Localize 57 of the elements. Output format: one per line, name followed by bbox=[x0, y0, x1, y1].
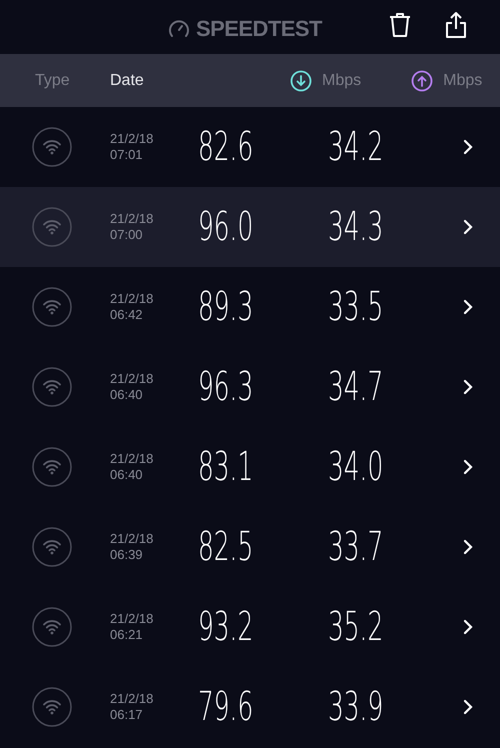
wifi-icon bbox=[32, 527, 72, 567]
test-time: 07:00 bbox=[110, 227, 144, 243]
test-time: 06:39 bbox=[110, 547, 144, 563]
test-time: 06:42 bbox=[110, 307, 144, 323]
wifi-icon bbox=[32, 367, 72, 407]
download-speed: 82.5 bbox=[198, 526, 254, 566]
column-header[interactable]: Date bbox=[110, 68, 144, 92]
download-speed: 96.0 bbox=[198, 206, 254, 246]
test-date: 21/2/18 bbox=[110, 531, 154, 547]
upload-speed: 33.5 bbox=[328, 286, 384, 326]
upload-icon bbox=[411, 70, 434, 92]
test-date: 21/2/18 bbox=[110, 611, 154, 627]
test-time: 06:40 bbox=[110, 467, 144, 483]
upload-speed: 33.9 bbox=[328, 686, 384, 726]
chevron-right-icon bbox=[462, 218, 474, 236]
chevron-right-icon bbox=[462, 378, 474, 396]
wifi-icon bbox=[32, 207, 72, 247]
test-date: 21/2/18 bbox=[110, 291, 154, 307]
chevron-right-icon bbox=[462, 298, 474, 316]
test-date: 21/2/18 bbox=[110, 451, 154, 467]
download-speed: 79.6 bbox=[198, 686, 254, 726]
upload-speed: 35.2 bbox=[328, 606, 384, 646]
upload-speed: 34.2 bbox=[328, 126, 384, 166]
test-date: 21/2/18 bbox=[110, 691, 154, 707]
upload-speed: 34.3 bbox=[328, 206, 384, 246]
download-speed: 93.2 bbox=[198, 606, 254, 646]
test-time: 06:40 bbox=[110, 387, 144, 403]
test-date: 21/2/18 bbox=[110, 371, 154, 387]
download-speed: 83.1 bbox=[198, 446, 254, 486]
test-time: 06:17 bbox=[110, 707, 144, 723]
chevron-right-icon bbox=[462, 698, 474, 716]
download-speed: 82.6 bbox=[198, 126, 254, 166]
wifi-icon bbox=[32, 607, 72, 647]
upload-speed: 34.0 bbox=[328, 446, 384, 486]
test-date: 21/2/18 bbox=[110, 131, 154, 147]
chevron-right-icon bbox=[462, 138, 474, 156]
wifi-icon bbox=[32, 287, 72, 327]
test-date: 21/2/18 bbox=[110, 211, 154, 227]
wifi-icon bbox=[32, 447, 72, 487]
share-button[interactable] bbox=[443, 10, 469, 40]
upload-speed: 33.7 bbox=[328, 526, 384, 566]
download-speed: 96.3 bbox=[198, 366, 254, 406]
app-title: SPEEDTEST bbox=[196, 15, 322, 43]
chevron-right-icon bbox=[462, 618, 474, 636]
chevron-right-icon bbox=[462, 538, 474, 556]
result-row[interactable]: 21/2/18 07:00 96.0 34.3 bbox=[0, 187, 500, 267]
wifi-icon bbox=[32, 127, 72, 167]
share-icon bbox=[445, 11, 467, 39]
trash-icon bbox=[388, 11, 412, 39]
test-time: 07:01 bbox=[110, 147, 144, 163]
wifi-icon bbox=[32, 687, 72, 727]
chevron-right-icon bbox=[462, 458, 474, 476]
test-time: 06:21 bbox=[110, 627, 144, 643]
gauge-icon bbox=[168, 18, 190, 40]
upload-speed: 34.7 bbox=[328, 366, 384, 406]
download-icon bbox=[290, 70, 312, 92]
download-speed: 89.3 bbox=[198, 286, 254, 326]
